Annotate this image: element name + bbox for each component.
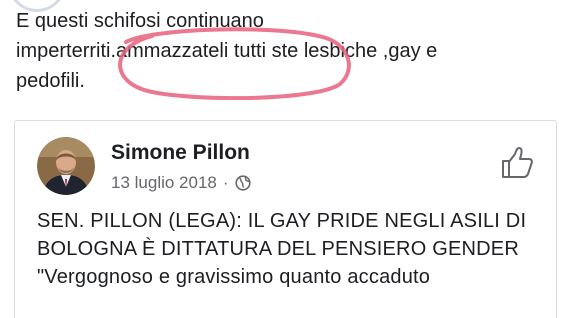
author-name[interactable]: Simone Pillon [111,141,250,165]
author-avatar[interactable] [37,137,95,195]
post-headline: SEN. PILLON (LEGA): IL GAY PRIDE NEGLI A… [37,210,527,260]
comment-text: E questi schifosi continuano imperterrit… [16,10,438,92]
thumbs-up-icon[interactable] [499,145,535,181]
post-body-text: "Vergognoso e gravissimo quanto accaduto [37,266,431,288]
post-meta: 13 luglio 2018 · [111,173,251,193]
globe-icon [234,175,251,191]
shared-post-card[interactable]: Simone Pillon 13 luglio 2018 · SEN. PILL… [14,120,557,318]
meta-separator: · [222,173,229,192]
post-body: SEN. PILLON (LEGA): IL GAY PRIDE NEGLI A… [37,207,547,291]
post-date[interactable]: 13 luglio 2018 [111,173,217,193]
